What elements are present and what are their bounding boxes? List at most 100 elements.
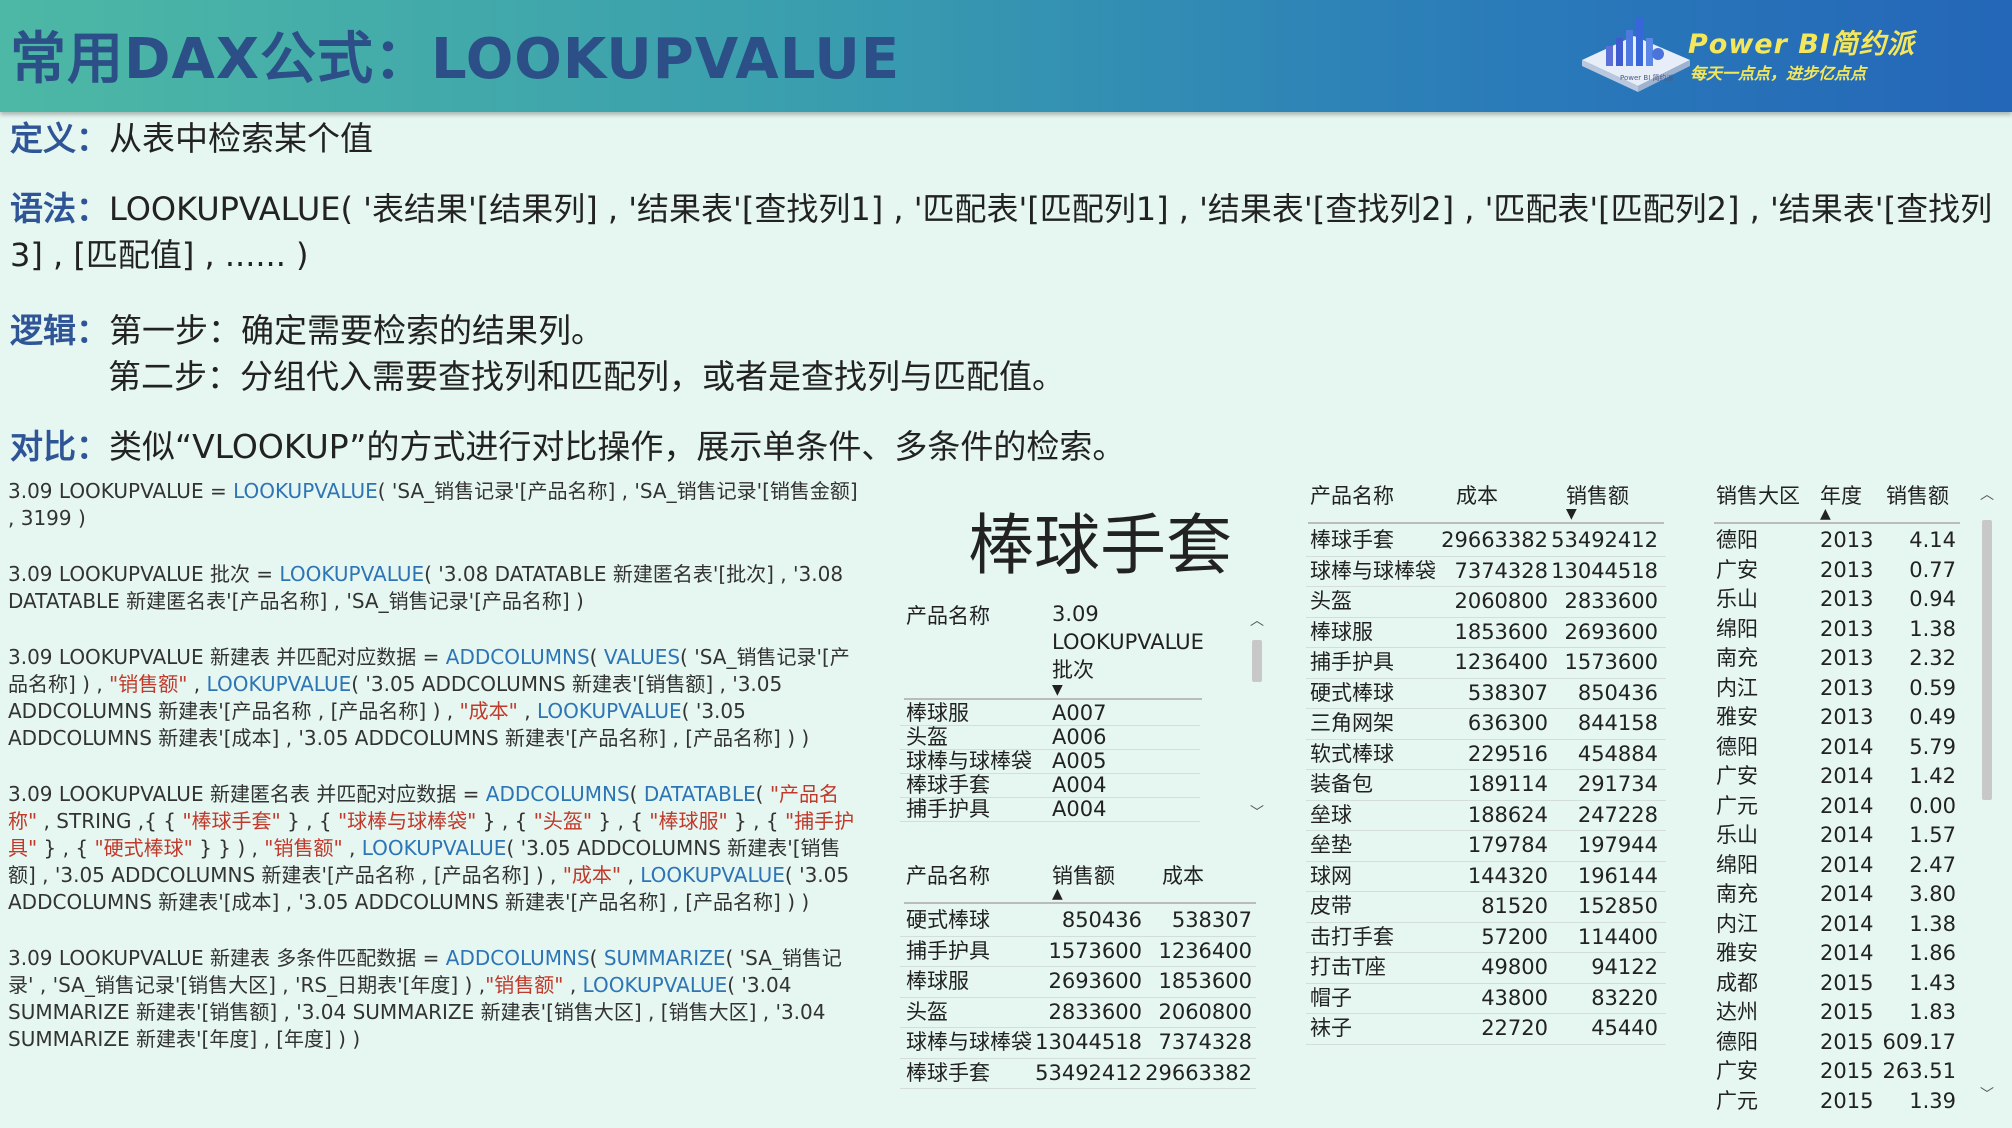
table-cell: 7374328	[1158, 1030, 1252, 1054]
table-cell: 1573600	[1564, 650, 1658, 674]
dax-function: ADDCOLUMNS	[445, 946, 590, 970]
table-cell: 头盔	[1310, 589, 1352, 613]
table-cell: 454884	[1577, 741, 1658, 766]
table-row[interactable]: 球棒与球棒袋 A005	[900, 750, 1200, 774]
product-table: 产品名称 成本 销售额 ▼ 棒球手套 29663382 53492412 球棒与球棒袋…	[1306, 478, 1676, 1045]
table-cell: 850436	[1577, 680, 1658, 705]
table-row[interactable]: 软式棒球 229516 454884	[1306, 740, 1666, 770]
table-row[interactable]: 棒球手套 29663382 53492412	[1306, 526, 1666, 557]
table-cell: 装备包	[1310, 772, 1373, 796]
table-row[interactable]: 广元 2015 1.39	[1712, 1087, 1962, 1117]
table-row[interactable]: 绵阳 2014 2.47	[1712, 851, 1962, 881]
dax-text: 3.09 LOOKUPVALUE 新建表 并匹配对应数据 =	[8, 645, 446, 669]
scroll-up-icon[interactable]: ︿	[1980, 484, 1994, 504]
table-row[interactable]: 南充 2014 3.80	[1712, 880, 1962, 910]
table-row[interactable]: 皮带 81520 152850	[1306, 892, 1666, 923]
table-row[interactable]: 雅安 2013 0.49	[1712, 703, 1962, 733]
scroll-down-icon[interactable]: ﹀	[1250, 802, 1264, 822]
title-banner: 常用DAX公式：LOOKUPVALUE Power BI 简约派 Power B…	[0, 0, 2012, 112]
table-row[interactable]: 捕手护具 1236400 1573600	[1306, 648, 1666, 679]
table-row[interactable]: 乐山 2014 1.57	[1712, 821, 1962, 851]
scroll-down-icon[interactable]: ﹀	[1980, 1084, 1994, 1104]
table-row[interactable]: 绵阳 2013 1.38	[1712, 615, 1962, 645]
dax-text: 3.09 LOOKUPVALUE 新建匿名表 并匹配对应数据 =	[8, 782, 486, 806]
table-cell: 144320	[1467, 863, 1548, 888]
table-row[interactable]: 打击T座 49800 94122	[1306, 953, 1666, 984]
table-row[interactable]: 硬式棒球 850436 538307	[900, 906, 1256, 937]
table-cell: 22720	[1481, 1016, 1548, 1040]
table-row[interactable]: 球棒与球棒袋 13044518 7374328	[900, 1028, 1256, 1059]
table-row[interactable]: 头盔 2833600 2060800	[900, 998, 1256, 1028]
table-row[interactable]: 棒球服 2693600 1853600	[900, 967, 1256, 998]
table-row[interactable]: 头盔 2060800 2833600	[1306, 587, 1666, 618]
table-row[interactable]: 硬式棒球 538307 850436	[1306, 679, 1666, 709]
table-cell: 1.86	[1909, 941, 1956, 965]
table-row[interactable]: 广安 2014 1.42	[1712, 762, 1962, 792]
table-row[interactable]: 帽子 43800 83220	[1306, 984, 1666, 1014]
table-row[interactable]: 球棒与球棒袋 7374328 13044518	[1306, 557, 1666, 587]
dax-text: } } ) ,	[192, 836, 265, 860]
table-row[interactable]: 雅安 2014 1.86	[1712, 939, 1962, 969]
table-row[interactable]: 内江 2014 1.38	[1712, 910, 1962, 940]
rt-header-sales[interactable]: 销售额	[1886, 480, 1949, 510]
table-cell: 2014	[1820, 852, 1874, 877]
table-cell: 1.57	[1909, 823, 1956, 847]
table-row[interactable]: 捕手护具 A004	[900, 798, 1200, 822]
table-row[interactable]: 德阳 2015 609.17	[1712, 1028, 1962, 1058]
table-cell: 1.43	[1909, 970, 1956, 995]
table-row[interactable]: 垒球 188624 247228	[1306, 801, 1666, 831]
table-cell: 袜子	[1310, 1016, 1352, 1040]
scroll-up-icon[interactable]: ︿	[1250, 610, 1264, 630]
table-row[interactable]: 棒球手套 53492412 29663382	[900, 1059, 1256, 1089]
table-row[interactable]: 德阳 2014 5.79	[1712, 733, 1962, 763]
table-row[interactable]: 广安 2013 0.77	[1712, 556, 1962, 586]
table-row[interactable]: 成都 2015 1.43	[1712, 969, 1962, 999]
table-cell: 打击T座	[1310, 955, 1386, 979]
pt-header-cost[interactable]: 成本	[1456, 480, 1498, 510]
batch-header-product[interactable]: 产品名称	[906, 600, 990, 630]
table-row[interactable]: 垒垫 179784 197944	[1306, 831, 1666, 862]
dax-text: } , {	[592, 809, 650, 833]
table-row[interactable]: 装备包 189114 291734	[1306, 770, 1666, 801]
batch-scrollbar[interactable]: ︿ ﹀	[1250, 610, 1264, 822]
region-rows: 德阳 2013 4.14 广安 2013 0.77 乐山 2013 0.94 绵阳 2013 1.38…	[1712, 526, 1962, 1116]
table-cell: 垒垫	[1310, 833, 1352, 857]
scroll-thumb[interactable]	[1252, 640, 1262, 682]
sc-header-cost[interactable]: 成本	[1162, 860, 1204, 890]
table-row[interactable]: 三角网架 636300 844158	[1306, 709, 1666, 740]
table-row[interactable]: 内江 2013 0.59	[1712, 674, 1962, 704]
logic-step1: 第一步：确定需要检索的结果列。	[109, 311, 604, 350]
table-row[interactable]: 广元 2014 0.00	[1712, 792, 1962, 822]
scroll-thumb[interactable]	[1982, 520, 1992, 800]
table-cell: 2013	[1820, 587, 1874, 611]
pt-header-product[interactable]: 产品名称	[1310, 480, 1394, 510]
table-row[interactable]: 击打手套 57200 114400	[1306, 923, 1666, 953]
table-row[interactable]: 头盔 A006	[900, 726, 1200, 750]
table-row[interactable]: 球网 144320 196144	[1306, 862, 1666, 892]
table-cell: 2013	[1820, 675, 1874, 700]
table-cell: 棒球服	[906, 701, 969, 725]
rt-header-region[interactable]: 销售大区	[1716, 480, 1800, 510]
table-row[interactable]: 棒球服 1853600 2693600	[1306, 618, 1666, 648]
table-row[interactable]: 袜子 22720 45440	[1306, 1014, 1666, 1045]
compare-text: 类似“VLOOKUP”的方式进行对比操作，展示单条件、多条件的检索。	[109, 427, 1126, 466]
table-cell: 850436	[1061, 908, 1142, 932]
batch-header-batch[interactable]: 3.09 LOOKUPVALUE 批次	[1052, 600, 1204, 684]
table-cell: 头盔	[906, 999, 948, 1024]
table-cell: 45440	[1591, 1016, 1658, 1040]
table-row[interactable]: 广安 2015 263.51	[1712, 1057, 1962, 1087]
table-row[interactable]: 达州 2015 1.83	[1712, 998, 1962, 1028]
table-row[interactable]: 南充 2013 2.32	[1712, 644, 1962, 674]
table-row[interactable]: 棒球手套 A004	[900, 774, 1200, 798]
region-scrollbar[interactable]: ︿ ﹀	[1980, 484, 1994, 1104]
table-row[interactable]: 乐山 2013 0.94	[1712, 585, 1962, 615]
table-row[interactable]: 德阳 2013 4.14	[1712, 526, 1962, 556]
sales-cost-rows: 硬式棒球 850436 538307 捕手护具 1573600 1236400 棒球服 269…	[900, 906, 1256, 1089]
table-row[interactable]: 棒球服 A007	[900, 702, 1200, 726]
dax-formula-list: 3.09 LOOKUPVALUE = LOOKUPVALUE( 'SA_销售记录…	[8, 478, 858, 1082]
table-cell: 2693600	[1048, 969, 1142, 993]
table-cell: 179784	[1467, 833, 1548, 857]
sc-header-product[interactable]: 产品名称	[906, 860, 990, 890]
table-row[interactable]: 捕手护具 1573600 1236400	[900, 937, 1256, 967]
sales-cost-table: 产品名称 销售额 成本 ▲ 硬式棒球 850436 538307 捕手护具 157360…	[900, 858, 1260, 1098]
